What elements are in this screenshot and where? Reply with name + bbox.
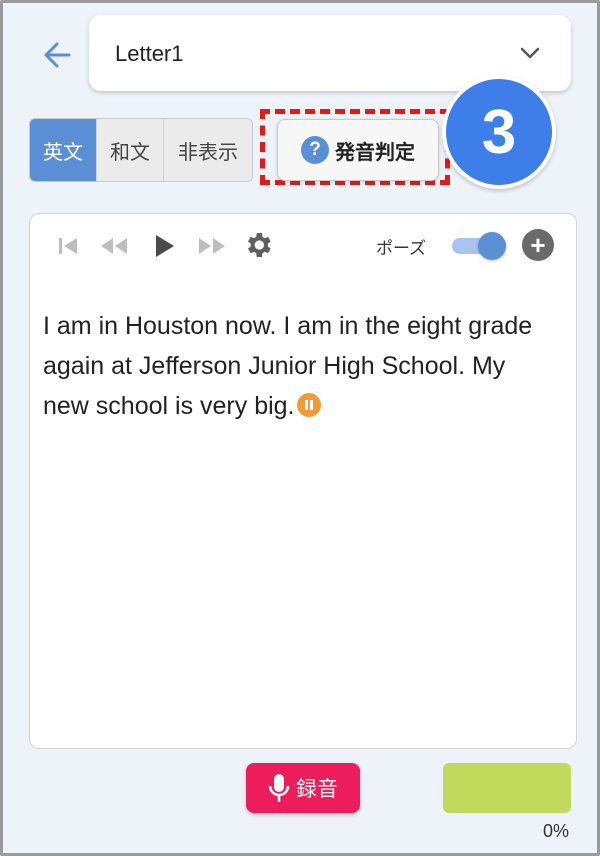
pause-marker-icon[interactable] — [296, 393, 321, 417]
pause-label: ポーズ — [376, 239, 427, 259]
passage-text-block: I am in Houston now. I am in the eight g… — [43, 306, 543, 426]
mode-japanese[interactable]: 和文 — [96, 119, 163, 181]
pronunciation-check-button[interactable]: ? 発音判定 — [277, 119, 439, 181]
record-label: 録音 — [296, 777, 338, 801]
fast-forward-icon[interactable] — [196, 234, 228, 258]
pronunciation-check-label: 発音判定 — [335, 139, 415, 164]
lesson-title: Letter1 — [115, 41, 184, 66]
reading-panel: ポーズ + I am in Houston now. I am in the e… — [29, 213, 577, 749]
record-button[interactable]: 録音 — [246, 763, 360, 813]
pause-toggle[interactable] — [452, 232, 512, 260]
microphone-icon — [268, 774, 290, 802]
back-button[interactable] — [39, 39, 75, 71]
skip-back-icon[interactable] — [56, 234, 80, 258]
play-icon[interactable] — [152, 232, 176, 260]
add-icon[interactable]: + — [522, 229, 554, 261]
score-percentage: 0% — [543, 821, 570, 841]
back-arrow-icon — [44, 42, 71, 68]
step-badge: 3 — [442, 75, 556, 189]
rewind-icon[interactable] — [98, 234, 130, 258]
pause-toggle-knob — [478, 232, 506, 260]
question-icon: ? — [301, 136, 329, 164]
passage-text: I am in Houston now. I am in the eight g… — [43, 312, 533, 420]
mode-english[interactable]: 英文 — [30, 119, 96, 181]
display-mode-toggle: 英文 和文 非表示 — [29, 118, 253, 182]
app-frame: Letter1 英文 和文 非表示 ? 発音判定 3 ポーズ + I am in… — [0, 0, 600, 856]
gear-icon[interactable] — [242, 229, 274, 261]
mode-hidden[interactable]: 非表示 — [163, 119, 252, 181]
chevron-down-icon[interactable] — [519, 45, 541, 61]
score-bar — [443, 763, 571, 813]
